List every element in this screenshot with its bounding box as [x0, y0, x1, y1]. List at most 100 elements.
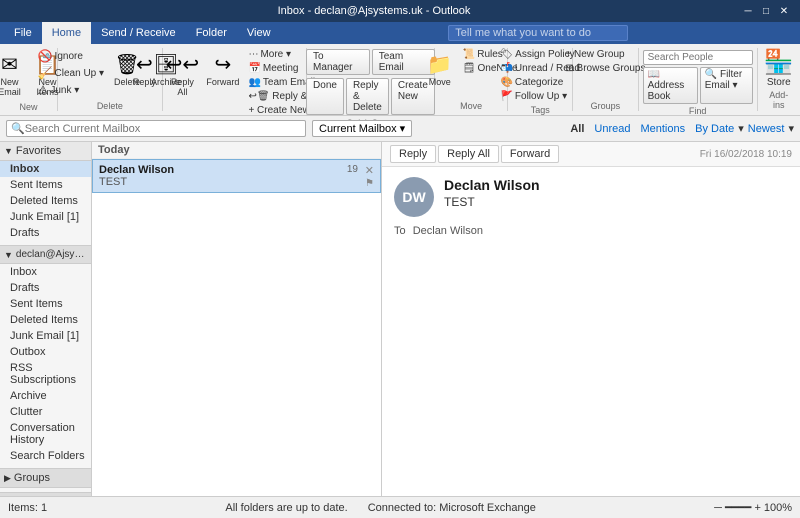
window-title: Inbox - declan@Ajsystems.uk - Outlook [8, 5, 740, 17]
search-bar: 🔍 Current Mailbox ▾ All Unread Mentions … [0, 116, 800, 142]
favorites-header[interactable]: ▼ Favorites [0, 142, 91, 161]
email-subject-reading: TEST [444, 195, 788, 209]
sidebar-item-clutter[interactable]: Clutter [0, 404, 91, 420]
new-group-button[interactable]: + New Group [562, 48, 648, 61]
search-people-input[interactable] [643, 50, 753, 65]
email-list: Today Declan Wilson TEST 19 ✕ ⚑ [92, 142, 382, 496]
forward-button[interactable]: ↪ Forward [202, 48, 243, 90]
sidebar-item-inbox[interactable]: Inbox [0, 264, 91, 280]
sidebar-item-sent[interactable]: Sent Items [0, 296, 91, 312]
email-delete-0[interactable]: ✕ [365, 164, 374, 177]
reading-reply-all-button[interactable]: Reply All [438, 145, 499, 163]
ignore-button[interactable]: 🚫 Ignore [35, 48, 107, 64]
move-button[interactable]: 📁 Move [422, 48, 458, 90]
move-icon: 📁 [426, 50, 454, 78]
reading-date: Fri 16/02/2018 10:19 [700, 149, 792, 160]
qs-reply-delete[interactable]: Reply & Delete [346, 78, 389, 115]
new-email-icon: ✉ [0, 50, 24, 78]
sidebar-item-deleted[interactable]: Deleted Items [0, 312, 91, 328]
email-time-0: 19 [347, 164, 358, 175]
email-flag-0[interactable]: ⚑ [365, 178, 374, 189]
signup-header[interactable]: ▶ signup [0, 492, 91, 496]
new-group-label: New [20, 102, 38, 112]
find-buttons: 📖 Address Book 🔍 Filter Email ▾ [643, 67, 753, 104]
meeting-icon: 📅 [248, 63, 260, 74]
search-input[interactable] [25, 123, 301, 135]
delete-group-label: Delete [97, 101, 123, 111]
ribbon-tabs-bar: File Home Send / Receive Folder View [0, 22, 800, 44]
sidebar-item-drafts[interactable]: Drafts [0, 280, 91, 296]
store-button[interactable]: 🏪 Store [754, 48, 800, 88]
sidebar-item-deleted-fav[interactable]: Deleted Items [0, 193, 91, 209]
zoom-in-button[interactable]: + [754, 502, 760, 514]
filter-mentions[interactable]: Mentions [640, 123, 685, 135]
tab-home[interactable]: Home [42, 22, 91, 44]
sidebar-item-junk-fav[interactable]: Junk Email [1] [0, 209, 91, 225]
sidebar-item-outbox[interactable]: Outbox [0, 344, 91, 360]
junk-button[interactable]: ⚠ Junk ▾ [35, 82, 107, 98]
reply-button[interactable]: ↩ Reply [126, 48, 162, 90]
sort-controls: By Date ▾ Newest ▾ [695, 122, 794, 135]
sidebar-item-drafts-fav[interactable]: Drafts [0, 225, 91, 241]
reading-reply-button[interactable]: Reply [390, 145, 436, 163]
groups-col: + New Group ⊞ Browse Groups [562, 48, 648, 75]
zoom-controls: ─ ━━━━ + 100% [714, 501, 792, 514]
zoom-slider[interactable]: ━━━━ [725, 501, 752, 514]
reading-forward-button[interactable]: Forward [501, 145, 559, 163]
sidebar-item-search-folders[interactable]: Search Folders [0, 448, 91, 464]
new-email-button[interactable]: ✉ NewEmail [0, 48, 28, 100]
tell-me-input[interactable] [448, 25, 628, 41]
title-bar: Inbox - declan@Ajsystems.uk - Outlook ─ … [0, 0, 800, 22]
qs-to-manager[interactable]: To Manager [306, 49, 370, 75]
reply-icon: ↩ [130, 50, 158, 78]
filter-email-button[interactable]: 🔍 Filter Email ▾ [700, 67, 753, 104]
sidebar-item-sent-fav[interactable]: Sent Items [0, 177, 91, 193]
close-button[interactable]: ✕ [776, 3, 792, 19]
tab-view[interactable]: View [237, 22, 281, 44]
mailbox-label: Current Mailbox [319, 123, 397, 135]
filter-unread[interactable]: Unread [594, 123, 630, 135]
account-label: declan@Ajsystems.uk [16, 249, 87, 260]
zoom-out-button[interactable]: ─ [714, 502, 722, 514]
tab-send-receive[interactable]: Send / Receive [91, 22, 186, 44]
groups-group-label: Groups [591, 101, 621, 111]
to-label: To [394, 225, 406, 237]
window-controls: ─ □ ✕ [740, 3, 792, 19]
restore-button[interactable]: □ [758, 3, 774, 19]
tab-folder[interactable]: Folder [186, 22, 237, 44]
sidebar-item-inbox-fav[interactable]: Inbox [0, 161, 91, 177]
cleanup-button[interactable]: 🧹 Clean Up ▾ [35, 65, 107, 81]
filter-all[interactable]: All [570, 123, 584, 135]
email-header-row: DW Declan Wilson TEST [394, 177, 788, 217]
minimize-button[interactable]: ─ [740, 3, 756, 19]
account-header[interactable]: ▼ declan@Ajsystems.uk [0, 245, 91, 264]
search-icon: 🔍 [11, 122, 25, 135]
sidebar-item-archive[interactable]: Archive [0, 388, 91, 404]
ribbon-tab-list: File Home Send / Receive Folder View [4, 22, 281, 44]
qs-done[interactable]: Done [306, 78, 344, 115]
ignore-icon: 🚫 [38, 49, 53, 63]
browse-groups-button[interactable]: ⊞ Browse Groups [562, 62, 648, 75]
address-book-button[interactable]: 📖 Address Book [643, 67, 698, 104]
email-item-0[interactable]: Declan Wilson TEST 19 ✕ ⚑ [92, 159, 381, 193]
addins-group: 🏪 Store Add-ins [758, 48, 800, 111]
sidebar-item-rss[interactable]: RSS Subscriptions [0, 360, 91, 388]
groups-header[interactable]: ▶ Groups [0, 468, 91, 488]
sidebar: ▼ Favorites Inbox Sent Items Deleted Ite… [0, 142, 92, 496]
categorize-icon: 🎨 [500, 77, 512, 88]
account-chevron-icon: ▼ [4, 250, 13, 260]
sidebar-item-junk[interactable]: Junk Email [1] [0, 328, 91, 344]
reply-all-button[interactable]: ↩↩ ReplyAll [164, 48, 200, 100]
from-name: Declan Wilson [444, 177, 788, 193]
sort-by-button[interactable]: By Date [695, 123, 734, 135]
to-line: To Declan Wilson [394, 225, 788, 237]
onenote-icon: 🗒 [463, 63, 476, 74]
tab-file[interactable]: File [4, 22, 42, 44]
sidebar-item-conv-history[interactable]: Conversation History [0, 420, 91, 448]
mailbox-dropdown[interactable]: Current Mailbox ▾ [312, 120, 412, 137]
store-label: Store [767, 77, 791, 88]
sort-order-button[interactable]: Newest [748, 123, 785, 135]
new-email-label: NewEmail [0, 78, 21, 98]
sync-status: All folders are up to date. [225, 502, 347, 514]
reading-toolbar: Reply Reply All Forward Fri 16/02/2018 1… [382, 142, 800, 167]
